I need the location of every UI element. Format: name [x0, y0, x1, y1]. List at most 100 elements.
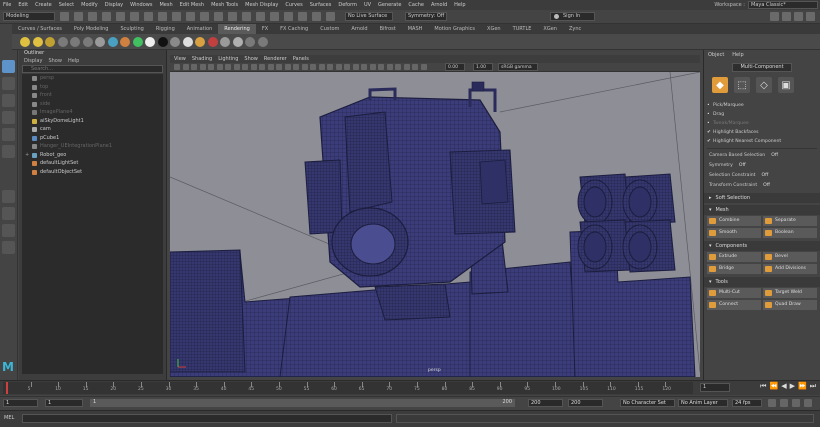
shelf-tab-zync[interactable]: Zync — [563, 24, 587, 34]
history-icon[interactable] — [242, 12, 251, 21]
fps-dropdown[interactable]: 24 fps — [732, 399, 762, 407]
multi-component-button[interactable]: Multi-Component — [732, 63, 792, 72]
outliner-menu-display[interactable]: Display — [24, 58, 42, 64]
menu-item-create[interactable]: Create — [35, 2, 52, 8]
blinn-icon[interactable] — [170, 37, 180, 47]
current-time-marker[interactable] — [6, 382, 8, 394]
separate-button[interactable]: Separate — [763, 216, 817, 226]
move-tool-icon[interactable] — [2, 111, 15, 124]
viewport-toolbar-button-icon[interactable] — [395, 64, 401, 70]
toolkit-setting[interactable]: Transform Constraint Off — [704, 181, 820, 191]
menu-item-display[interactable]: Display — [105, 2, 123, 8]
lasso-tool-icon[interactable] — [2, 77, 15, 90]
extrude-button[interactable]: Extrude — [707, 252, 761, 262]
playback-end-field[interactable]: 200 — [528, 399, 563, 407]
viewport-toolbar-button-icon[interactable] — [250, 64, 257, 70]
viewport-toolbar-button-icon[interactable] — [259, 64, 265, 70]
toolkit-section-mesh[interactable]: ▾ Mesh — [704, 205, 820, 215]
vertex-mode-icon[interactable]: ⬚ — [734, 77, 750, 93]
snap-curve-icon[interactable] — [186, 12, 195, 21]
menu-item-generate[interactable]: Generate — [378, 2, 401, 8]
viewport-toolbar-button-icon[interactable] — [225, 64, 231, 70]
play-forward-icon[interactable]: ▶ — [790, 382, 795, 391]
bridge-button[interactable]: Bridge — [707, 264, 761, 274]
hypershade-icon[interactable] — [298, 12, 307, 21]
shelf-tab-bifrost[interactable]: Bifrost — [374, 24, 402, 34]
menu-item-edit-mesh[interactable]: Edit Mesh — [180, 2, 204, 8]
character-set-dropdown[interactable]: No Character Set — [620, 399, 675, 407]
current-frame-field[interactable]: 1 — [700, 383, 730, 392]
render-settings-icon[interactable] — [220, 37, 230, 47]
toolkit-tab-help[interactable]: Help — [732, 52, 743, 58]
new-scene-icon[interactable] — [60, 12, 69, 21]
viewport-toolbar-button-icon[interactable] — [335, 64, 342, 70]
modeling-toolkit-toggle-icon[interactable] — [770, 12, 779, 21]
outliner-item[interactable]: persp — [22, 74, 163, 83]
viewport-toolbar-button-icon[interactable] — [352, 64, 359, 70]
shelf-tab-turtle[interactable]: TURTLE — [507, 24, 538, 34]
shelf-tab-rendering[interactable]: Rendering — [218, 24, 256, 34]
tool-settings-toggle-icon[interactable] — [794, 12, 803, 21]
viewport-menu-view[interactable]: View — [174, 56, 186, 62]
boolean-button[interactable]: Boolean — [763, 228, 817, 238]
viewport-toolbar-button-icon[interactable] — [208, 64, 214, 70]
viewport-menu-panels[interactable]: Panels — [293, 56, 309, 62]
camera-icon[interactable] — [95, 37, 105, 47]
audio-icon[interactable] — [780, 399, 788, 407]
viewport-menu-lighting[interactable]: Lighting — [218, 56, 238, 62]
surface-shader-black-icon[interactable] — [157, 37, 168, 47]
selection-option[interactable]: • Tweak/Marquee — [704, 119, 820, 128]
shelf-tab-fx-caching[interactable]: FX Caching — [274, 24, 314, 34]
menu-item-arnold[interactable]: Arnold — [431, 2, 447, 8]
viewport-toolbar-button-icon[interactable] — [301, 64, 308, 70]
viewport-toolbar-button-icon[interactable] — [327, 64, 333, 70]
workspace-dropdown[interactable]: Maya Classic* — [748, 1, 818, 9]
rotate-tool-icon[interactable] — [2, 128, 15, 141]
shelf-tab-poly-modeling[interactable]: Poly Modeling — [68, 24, 115, 34]
gamma-field[interactable]: 1.00 — [473, 63, 493, 71]
outliner-item[interactable]: pCube1 — [22, 134, 163, 143]
symmetry-dropdown[interactable]: Symmetry: Off — [405, 12, 447, 21]
save-scene-icon[interactable] — [88, 12, 97, 21]
menu-item-help[interactable]: Help — [454, 2, 465, 8]
texture-icon[interactable] — [257, 37, 268, 47]
setting-value-dropdown[interactable]: Off — [763, 181, 770, 191]
outliner-menu-show[interactable]: Show — [48, 58, 62, 64]
outliner-item[interactable]: + Robot_geo — [22, 151, 163, 160]
viewport-toolbar-button-icon[interactable] — [403, 64, 410, 70]
outliner-item[interactable]: Hanger_UEIntegrationPlane1 — [22, 142, 163, 151]
soft-selection-section[interactable]: ▸ Soft Selection — [704, 193, 820, 203]
render-settings-icon[interactable] — [284, 12, 293, 21]
step-forward-icon[interactable]: ⏩ — [798, 382, 807, 391]
toolkit-setting[interactable]: Camera Based Selection Off — [704, 151, 820, 161]
outliner-item[interactable]: top — [22, 83, 163, 92]
shelf-tab-rigging[interactable]: Rigging — [150, 24, 181, 34]
viewport-toolbar-button-icon[interactable] — [420, 64, 427, 70]
command-input[interactable] — [22, 414, 392, 423]
viewport-toolbar-button-icon[interactable] — [318, 64, 325, 70]
bevel-button[interactable]: Bevel — [763, 252, 817, 262]
layout-single-icon[interactable] — [2, 190, 15, 203]
outliner-menu-help[interactable]: Help — [68, 58, 79, 64]
toolkit-setting[interactable]: Symmetry Off — [704, 161, 820, 171]
viewport-toolbar-button-icon[interactable] — [242, 64, 248, 70]
snap-surface-icon[interactable] — [228, 12, 237, 21]
selection-option[interactable]: • Drag — [704, 110, 820, 119]
viewport-toolbar-button-icon[interactable] — [378, 64, 384, 70]
menu-item-select[interactable]: Select — [59, 2, 74, 8]
layout-outliner-icon[interactable] — [2, 241, 15, 254]
volume-light-icon[interactable] — [82, 37, 93, 47]
hypershade-icon[interactable] — [132, 37, 143, 47]
time-slider[interactable]: 5 10 15 20 25 30 35 40 45 50 55 60 65 70 75 80 85 90 95 100… — [0, 380, 820, 395]
loop-icon[interactable] — [768, 399, 776, 407]
snap-point-icon[interactable] — [200, 12, 209, 21]
toolkit-setting[interactable]: Selection Constraint Off — [704, 171, 820, 181]
scale-tool-icon[interactable] — [2, 145, 15, 158]
render-view-icon[interactable] — [312, 12, 321, 21]
menu-item-file[interactable]: File — [3, 2, 11, 8]
viewport-menu-shading[interactable]: Shading — [192, 56, 212, 62]
selection-option[interactable]: • Pick/Marquee — [704, 101, 820, 110]
outliner-search-input[interactable]: Search... — [22, 65, 163, 73]
playback-start-field[interactable]: 1 — [45, 399, 83, 407]
snap-grid-icon[interactable] — [172, 12, 181, 21]
